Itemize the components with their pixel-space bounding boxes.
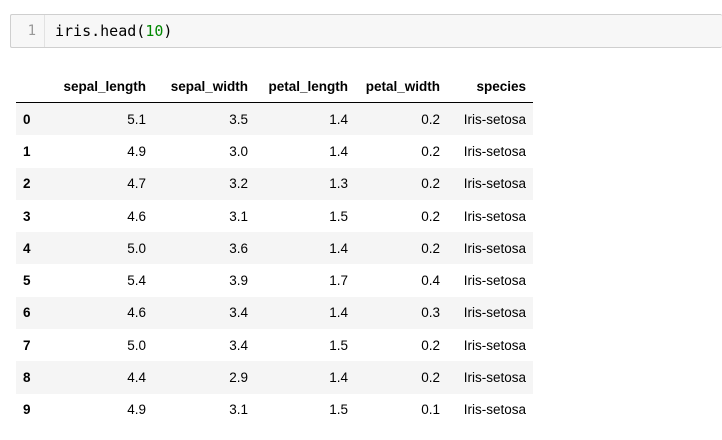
table-row: 2 4.7 3.2 1.3 0.2 Iris-setosa (16, 167, 533, 200)
table-cell: 3.2 (229, 176, 248, 192)
table-cell: Iris-setosa (463, 370, 526, 386)
code-number-literal: 10 (145, 22, 164, 40)
table-cell: Iris-setosa (463, 337, 526, 353)
index-header (16, 71, 46, 103)
table-cell: Iris-setosa (463, 111, 526, 127)
table-cell: 4.7 (127, 176, 146, 192)
table-row: 9 4.9 3.1 1.5 0.1 Iris-setosa (16, 393, 533, 426)
code-call: iris.head( (55, 22, 146, 40)
table-row: 8 4.4 2.9 1.4 0.2 Iris-setosa (16, 361, 533, 394)
column-header: sepal_length (46, 71, 153, 103)
table-row: 6 4.6 3.4 1.4 0.3 Iris-setosa (16, 296, 533, 330)
table-cell: 1.4 (329, 111, 348, 127)
table-row: 5 5.4 3.9 1.7 0.4 Iris-setosa (16, 264, 533, 297)
table-row: 7 5.0 3.4 1.5 0.2 Iris-setosa (16, 329, 533, 362)
table-cell: 1.7 (329, 273, 348, 289)
row-index: 3 (23, 208, 31, 224)
table-cell: 0.2 (421, 240, 440, 256)
code-input-cell[interactable]: 1 iris.head(10) (10, 14, 722, 48)
table-cell: 3.1 (229, 208, 248, 224)
column-header: petal_width (355, 71, 447, 103)
row-index: 5 (23, 273, 31, 289)
table-cell: Iris-setosa (463, 176, 526, 192)
row-index: 2 (23, 176, 31, 192)
table-cell: 3.4 (229, 337, 248, 353)
table-cell: 5.0 (127, 337, 146, 353)
table-cell: 0.1 (421, 402, 440, 418)
output-area: sepal_length sepal_width petal_length pe… (16, 71, 533, 426)
table-cell: 4.9 (127, 143, 146, 159)
table-cell: 5.1 (127, 111, 146, 127)
table-cell: 2.9 (229, 370, 248, 386)
table-cell: 0.3 (421, 305, 440, 321)
table-cell: 0.4 (421, 273, 440, 289)
table-cell: 3.1 (229, 402, 248, 418)
table-row: 3 4.6 3.1 1.5 0.2 Iris-setosa (16, 199, 533, 233)
column-header: species (447, 71, 533, 103)
table-cell: Iris-setosa (463, 305, 526, 321)
table-cell: 1.4 (329, 370, 348, 386)
table-body: 0 5.1 3.5 1.4 0.2 Iris-setosa 1 4.9 3.0 … (16, 102, 533, 426)
row-index: 9 (23, 402, 31, 418)
row-index: 6 (23, 305, 31, 321)
table-cell: 1.3 (329, 176, 348, 192)
table-cell: 4.4 (127, 370, 146, 386)
table-cell: 1.5 (329, 208, 348, 224)
table-cell: 0.2 (421, 176, 440, 192)
table-row: 4 5.0 3.6 1.4 0.2 Iris-setosa (16, 232, 533, 265)
table-cell: Iris-setosa (463, 273, 526, 289)
table-cell: 1.5 (329, 402, 348, 418)
table-cell: 0.2 (421, 143, 440, 159)
code-editor-line[interactable]: iris.head(10) (45, 22, 172, 40)
table-cell: 1.4 (329, 240, 348, 256)
column-header: petal_length (255, 71, 355, 103)
table-cell: 3.4 (229, 305, 248, 321)
table-row: 0 5.1 3.5 1.4 0.2 Iris-setosa (16, 102, 533, 136)
table-cell: 5.4 (127, 273, 146, 289)
table-cell: 3.5 (229, 111, 248, 127)
table-cell: 3.6 (229, 240, 248, 256)
line-number: 1 (11, 15, 45, 47)
table-cell: Iris-setosa (463, 208, 526, 224)
table-cell: 0.2 (421, 370, 440, 386)
row-index: 4 (23, 240, 31, 256)
table-cell: Iris-setosa (463, 402, 526, 418)
table-row: 1 4.9 3.0 1.4 0.2 Iris-setosa (16, 135, 533, 168)
table-cell: 3.9 (229, 273, 248, 289)
row-index: 7 (23, 337, 31, 353)
column-header: sepal_width (153, 71, 255, 103)
row-index: 8 (23, 370, 31, 386)
table-cell: 1.4 (329, 143, 348, 159)
table-cell: 4.6 (127, 305, 146, 321)
table-cell: 1.5 (329, 337, 348, 353)
code-close-paren: ) (163, 22, 173, 40)
table-cell: Iris-setosa (463, 240, 526, 256)
row-index: 1 (23, 143, 31, 159)
table-cell: 4.6 (127, 208, 146, 224)
dataframe-table: sepal_length sepal_width petal_length pe… (16, 71, 533, 426)
table-cell: 4.9 (127, 402, 146, 418)
table-cell: 1.4 (329, 305, 348, 321)
table-cell: 0.2 (421, 111, 440, 127)
row-index: 0 (23, 111, 31, 127)
header-row: sepal_length sepal_width petal_length pe… (16, 71, 533, 103)
table-cell: 0.2 (421, 208, 440, 224)
table-cell: 3.0 (229, 143, 248, 159)
table-cell: 5.0 (127, 240, 146, 256)
table-cell: 0.2 (421, 337, 440, 353)
table-cell: Iris-setosa (463, 143, 526, 159)
